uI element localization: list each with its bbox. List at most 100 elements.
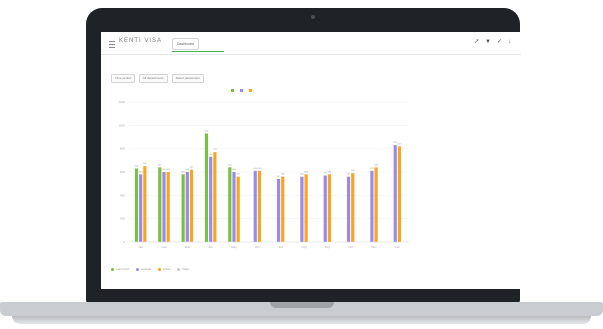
x-tick-label: Nov	[371, 245, 377, 249]
bar	[323, 175, 327, 242]
data-label: 640	[228, 164, 232, 166]
bar	[209, 156, 213, 242]
download-icon[interactable]: ↓	[508, 39, 511, 45]
bar	[232, 172, 236, 242]
y-tick-label: 400	[120, 193, 125, 197]
data-label: 610	[258, 168, 262, 170]
bar	[185, 172, 189, 242]
data-label: 600	[186, 169, 190, 171]
data-label: 730	[209, 154, 213, 156]
bar	[228, 167, 232, 242]
bar	[281, 176, 285, 242]
x-tick-label: Jun	[255, 245, 260, 249]
bar	[162, 172, 166, 242]
data-label: 560	[281, 174, 285, 176]
bar	[253, 170, 257, 242]
footer-legend-item: Forecast	[135, 268, 151, 271]
footer-legend-item: Target	[177, 268, 189, 271]
filter-parameters[interactable]: Select parameters	[171, 74, 204, 83]
bar	[166, 172, 170, 242]
app-title: KENTI VISA	[119, 38, 163, 44]
x-tick-label: Aug	[301, 245, 307, 249]
bar-chart: 020040060080010001200630580650Jan640600 6…	[118, 100, 409, 249]
data-label: 560	[236, 174, 240, 176]
footer-label: Forecast	[140, 268, 151, 271]
bar	[304, 174, 308, 242]
bar	[257, 170, 262, 242]
bar	[351, 173, 355, 242]
app-header: KENTI VISA Dashboard ↗ ▼ ✓ ↓	[101, 32, 521, 55]
laptop-screen: KENTI VISA Dashboard ↗ ▼ ✓ ↓ Time period…	[101, 32, 521, 289]
bar	[300, 176, 304, 242]
data-label: 580	[304, 171, 308, 173]
x-tick-label: Jan	[138, 245, 143, 249]
share-icon[interactable]: ↗	[474, 39, 479, 45]
laptop-notch	[270, 302, 334, 308]
footer-dot	[111, 268, 114, 271]
y-tick-label: 1000	[118, 123, 125, 127]
x-tick-label: Sep	[325, 245, 331, 249]
footer-legend-item: Last period	[111, 268, 129, 271]
data-label: 600	[166, 169, 170, 171]
camera-dot	[311, 15, 315, 19]
tab-dashboard[interactable]: Dashboard	[172, 38, 200, 50]
y-tick-label: 600	[120, 170, 125, 174]
data-label: 930	[205, 131, 209, 133]
bar	[204, 133, 209, 242]
bar	[397, 146, 402, 242]
data-label: 580	[181, 171, 185, 173]
x-tick-label: Feb	[161, 245, 167, 249]
footer-dot	[177, 268, 181, 271]
bar	[346, 176, 351, 242]
data-label: 600	[232, 169, 236, 171]
data-label: 610	[370, 168, 374, 170]
y-tick-label: 0	[123, 240, 125, 244]
x-tick-label: Jul	[279, 245, 283, 249]
bar	[374, 167, 378, 242]
bar	[327, 174, 332, 242]
data-label: 770	[213, 149, 217, 151]
data-label: 630	[135, 166, 139, 168]
footer-label: Target	[182, 268, 190, 271]
data-label: 620	[190, 167, 194, 169]
data-label: 580	[328, 171, 332, 173]
bar	[134, 168, 139, 242]
x-tick-label: May	[231, 245, 237, 249]
bar	[393, 145, 397, 242]
data-label: 560	[347, 174, 351, 176]
hamburger-menu-icon[interactable]	[109, 41, 115, 48]
footer-label: Last period	[116, 268, 129, 271]
active-tab-indicator	[172, 51, 224, 52]
bar	[276, 179, 281, 242]
data-label: 650	[143, 163, 147, 165]
footer-dot	[135, 268, 139, 271]
x-tick-label: Apr	[208, 245, 213, 249]
bar	[370, 170, 374, 242]
footer-legend: Last period Forecast Actual Target	[111, 268, 189, 271]
data-label: 580	[139, 171, 143, 173]
footer-label: Actual	[162, 268, 171, 271]
header-actions: ↗ ▼ ✓ ↓	[474, 39, 511, 45]
x-tick-label: Mar	[185, 245, 190, 249]
data-label: 640	[158, 164, 162, 166]
bar	[139, 174, 143, 242]
bar	[143, 166, 147, 242]
footer-legend-item: Actual	[157, 268, 171, 271]
footer-dot	[157, 268, 161, 271]
check-icon[interactable]: ✓	[497, 39, 502, 45]
filter-departments[interactable]: All departments	[138, 74, 168, 83]
bar	[236, 176, 240, 242]
data-label: 820	[398, 143, 402, 145]
y-tick-label: 200	[120, 217, 125, 221]
y-tick-label: 800	[120, 147, 125, 151]
x-tick-label: Oct	[348, 245, 353, 249]
data-label: 560	[300, 174, 304, 176]
laptop-base-shadow	[12, 316, 591, 324]
data-label: 640	[374, 164, 378, 166]
filter-time-period[interactable]: Time period	[111, 74, 135, 83]
bar	[158, 167, 162, 242]
filter-icon[interactable]: ▼	[485, 39, 491, 45]
filter-row: Time period All departments Select param…	[111, 74, 204, 83]
bar	[213, 152, 217, 242]
bar	[181, 174, 185, 242]
